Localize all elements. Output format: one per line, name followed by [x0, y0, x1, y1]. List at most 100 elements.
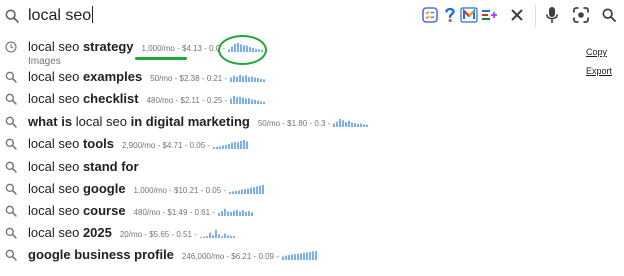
search-submit-icon[interactable] — [600, 6, 618, 24]
trend-bar — [242, 76, 245, 82]
keyword-metrics: 246,000/mo - $6.21 - 0.09 - — [182, 248, 318, 266]
keyword-metrics: 2,900/mo - $4.71 - 0.05 - — [122, 137, 249, 155]
trend-bar — [245, 75, 248, 82]
trend-bar — [357, 123, 360, 127]
search-volume: 2,900/mo — [122, 141, 156, 150]
search-icon — [5, 71, 17, 83]
trend-bar — [213, 147, 216, 149]
trend-bar — [235, 190, 238, 194]
suggestion-row[interactable]: google business profile 246,000/mo - $6.2… — [0, 244, 580, 266]
suggestion-row[interactable]: local seo google 1,000/mo - $10.21 - 0.05… — [0, 178, 580, 200]
search-icon — [5, 249, 17, 261]
trend-bar — [235, 209, 238, 216]
trend-bar — [232, 191, 235, 194]
cost-per-click: $5.65 — [149, 230, 170, 239]
search-bar[interactable]: local seo — [0, 0, 624, 32]
history-icon — [5, 41, 17, 53]
competition-score: 0.21 — [206, 74, 223, 83]
trend-bar — [202, 236, 205, 238]
export-link[interactable]: Export — [586, 66, 612, 76]
suggestion-row[interactable]: local seo tools 2,900/mo - $4.71 - 0.05 - — [0, 133, 580, 155]
trend-bar — [238, 190, 241, 194]
suggestion-completion: strategy — [82, 39, 134, 54]
trend-bar — [247, 188, 250, 194]
search-icon — [5, 161, 17, 173]
clear-icon[interactable] — [508, 6, 526, 24]
trend-bar — [232, 210, 235, 216]
trend-bar — [360, 123, 363, 127]
suggestion-query-part: local seo — [28, 39, 80, 54]
trend-bar — [305, 252, 308, 260]
suggestion-row[interactable]: local seo stand for — [0, 156, 580, 178]
trend-bar — [333, 123, 336, 127]
checklist-extension-icon[interactable] — [422, 6, 438, 24]
suggestion-query-part: local seo — [28, 203, 80, 218]
trend-bar — [281, 256, 284, 260]
suggestion-text: local seo 2025 20/mo - $5.65 - 0.51 - — [28, 224, 236, 244]
trend-bar — [314, 251, 317, 260]
keyword-metrics: 20/mo - $5.65 - 0.51 - — [120, 226, 236, 244]
trend-bar — [348, 120, 351, 127]
text-caret — [92, 6, 94, 23]
search-volume: 1,000/mo — [133, 186, 167, 195]
trend-bar — [199, 237, 202, 238]
suggestion-query-part: local seo — [28, 136, 80, 151]
trend-bar — [230, 98, 233, 104]
trend-bar — [222, 145, 225, 149]
cost-per-click: $4.13 — [181, 44, 203, 53]
suggestion-row[interactable]: local seo strategy 1,000/mo - $4.13 - 0.0… — [0, 36, 580, 67]
suggestion-completion: in digital marketing — [130, 114, 250, 129]
copy-link[interactable]: Copy — [586, 47, 607, 57]
trend-bar — [262, 185, 265, 194]
microphone-icon[interactable] — [544, 6, 560, 24]
trend-bar — [208, 232, 211, 238]
trend-bar — [308, 251, 311, 260]
trend-bar — [244, 189, 247, 194]
trend-bar — [228, 144, 231, 149]
suggestion-query-part: local seo — [28, 225, 80, 240]
cost-per-click: $1.80 — [287, 119, 308, 128]
competition-score: 0.05 — [205, 186, 222, 195]
trend-bar — [299, 253, 302, 260]
trend-sparkline — [199, 229, 235, 238]
trend-bar — [257, 100, 260, 104]
cost-per-click: $4.71 — [162, 141, 183, 150]
question-extension-icon[interactable] — [444, 6, 456, 24]
search-input[interactable]: local seo — [28, 6, 94, 26]
trend-bar — [220, 236, 223, 238]
suggestion-completion: google business profile — [28, 247, 174, 262]
suggestion-row[interactable]: local seo 2025 20/mo - $5.65 - 0.51 - — [0, 222, 580, 244]
suggestion-row[interactable]: what is local seo in digital marketing 50… — [0, 111, 580, 133]
e-plus-extension-icon[interactable] — [480, 6, 498, 24]
trend-bar — [243, 140, 246, 149]
search-icon — [5, 138, 17, 150]
cost-per-click: $2.38 — [179, 74, 200, 83]
trend-sparkline — [281, 251, 317, 260]
trend-sparkline — [333, 118, 369, 127]
trend-bar — [239, 74, 242, 82]
suggestion-completion: examples — [82, 69, 143, 84]
trend-bar — [238, 211, 241, 216]
suggestion-text: local seo google 1,000/mo - $10.21 - 0.05… — [28, 180, 265, 200]
trend-bar — [229, 235, 232, 238]
competition-score: 0.61 — [194, 208, 211, 217]
suggestion-text: local seo examples 50/mo - $2.38 - 0.21 - — [28, 68, 266, 88]
trend-bar — [254, 77, 257, 82]
suggestion-row[interactable]: local seo checklist 480/mo - $2.11 - 0.25… — [0, 88, 580, 110]
trend-bar — [231, 142, 234, 149]
trend-bar — [263, 79, 266, 82]
competition-score: 0.05 — [189, 141, 206, 150]
trend-bar — [311, 251, 314, 260]
trend-bar — [216, 146, 219, 149]
trend-bar — [226, 235, 229, 238]
camera-lens-icon[interactable] — [572, 6, 590, 24]
trend-sparkline — [230, 95, 266, 104]
trend-bar — [241, 189, 244, 194]
trend-bar — [232, 236, 235, 238]
suggestion-query-part: local seo — [75, 114, 128, 129]
m-extension-icon[interactable] — [460, 6, 478, 24]
suggestion-row[interactable]: local seo course 480/mo - $1.49 - 0.61 - — [0, 200, 580, 222]
suggestion-row[interactable]: local seo examples 50/mo - $2.38 - 0.21 - — [0, 66, 580, 88]
trend-bar — [211, 235, 214, 238]
trend-bar — [254, 99, 257, 104]
